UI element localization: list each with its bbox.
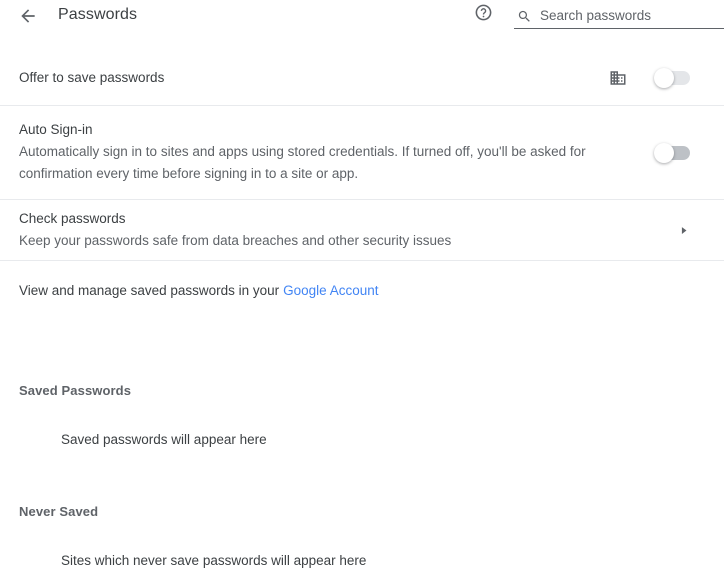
toggle-knob	[654, 142, 674, 163]
google-account-link[interactable]: Google Account	[283, 283, 378, 298]
page-header: Passwords	[0, 0, 724, 50]
never-saved-empty-text: Sites which never save passwords will ap…	[61, 553, 367, 568]
never-saved-header: Never Saved	[19, 504, 99, 519]
auto-signin-text: Auto Sign-in Automatically sign in to si…	[19, 120, 619, 185]
check-passwords-row[interactable]: Check passwords Keep your passwords safe…	[0, 200, 724, 260]
search-icon	[516, 8, 532, 24]
toggle-knob	[654, 67, 674, 88]
offer-to-save-toggle[interactable]	[654, 67, 690, 88]
auto-signin-toggle[interactable]	[654, 142, 690, 163]
help-button[interactable]	[472, 4, 494, 26]
enterprise-building-icon	[608, 68, 628, 88]
back-arrow-icon	[18, 6, 38, 26]
offer-to-save-passwords-row[interactable]: Offer to save passwords	[0, 50, 724, 105]
check-passwords-controls	[677, 222, 705, 238]
passwords-settings-page: Passwords Offer to save passwords	[0, 0, 724, 585]
saved-passwords-header: Saved Passwords	[19, 383, 132, 398]
manage-passwords-text: View and manage saved passwords in your	[19, 283, 280, 298]
offer-to-save-text: Offer to save passwords	[19, 68, 164, 88]
chevron-right-icon[interactable]	[677, 222, 689, 238]
auto-signin-description: Automatically sign in to sites and apps …	[19, 144, 586, 181]
manage-passwords-line: View and manage saved passwords in your …	[0, 261, 724, 320]
auto-signin-label: Auto Sign-in	[19, 122, 93, 137]
check-passwords-label: Check passwords	[19, 210, 126, 226]
help-circle-icon	[474, 3, 493, 27]
search-box[interactable]	[514, 4, 724, 29]
search-input[interactable]	[540, 7, 720, 25]
check-passwords-text: Check passwords Keep your passwords safe…	[19, 209, 451, 252]
offer-to-save-label: Offer to save passwords	[19, 69, 165, 85]
page-title: Passwords	[58, 6, 138, 23]
offer-to-save-controls	[608, 67, 705, 88]
back-button[interactable]	[14, 3, 42, 29]
auto-signin-controls	[654, 142, 705, 163]
auto-signin-row[interactable]: Auto Sign-in Automatically sign in to si…	[0, 106, 724, 199]
check-passwords-description: Keep your passwords safe from data breac…	[19, 232, 452, 248]
saved-passwords-empty-text: Saved passwords will appear here	[61, 432, 267, 447]
